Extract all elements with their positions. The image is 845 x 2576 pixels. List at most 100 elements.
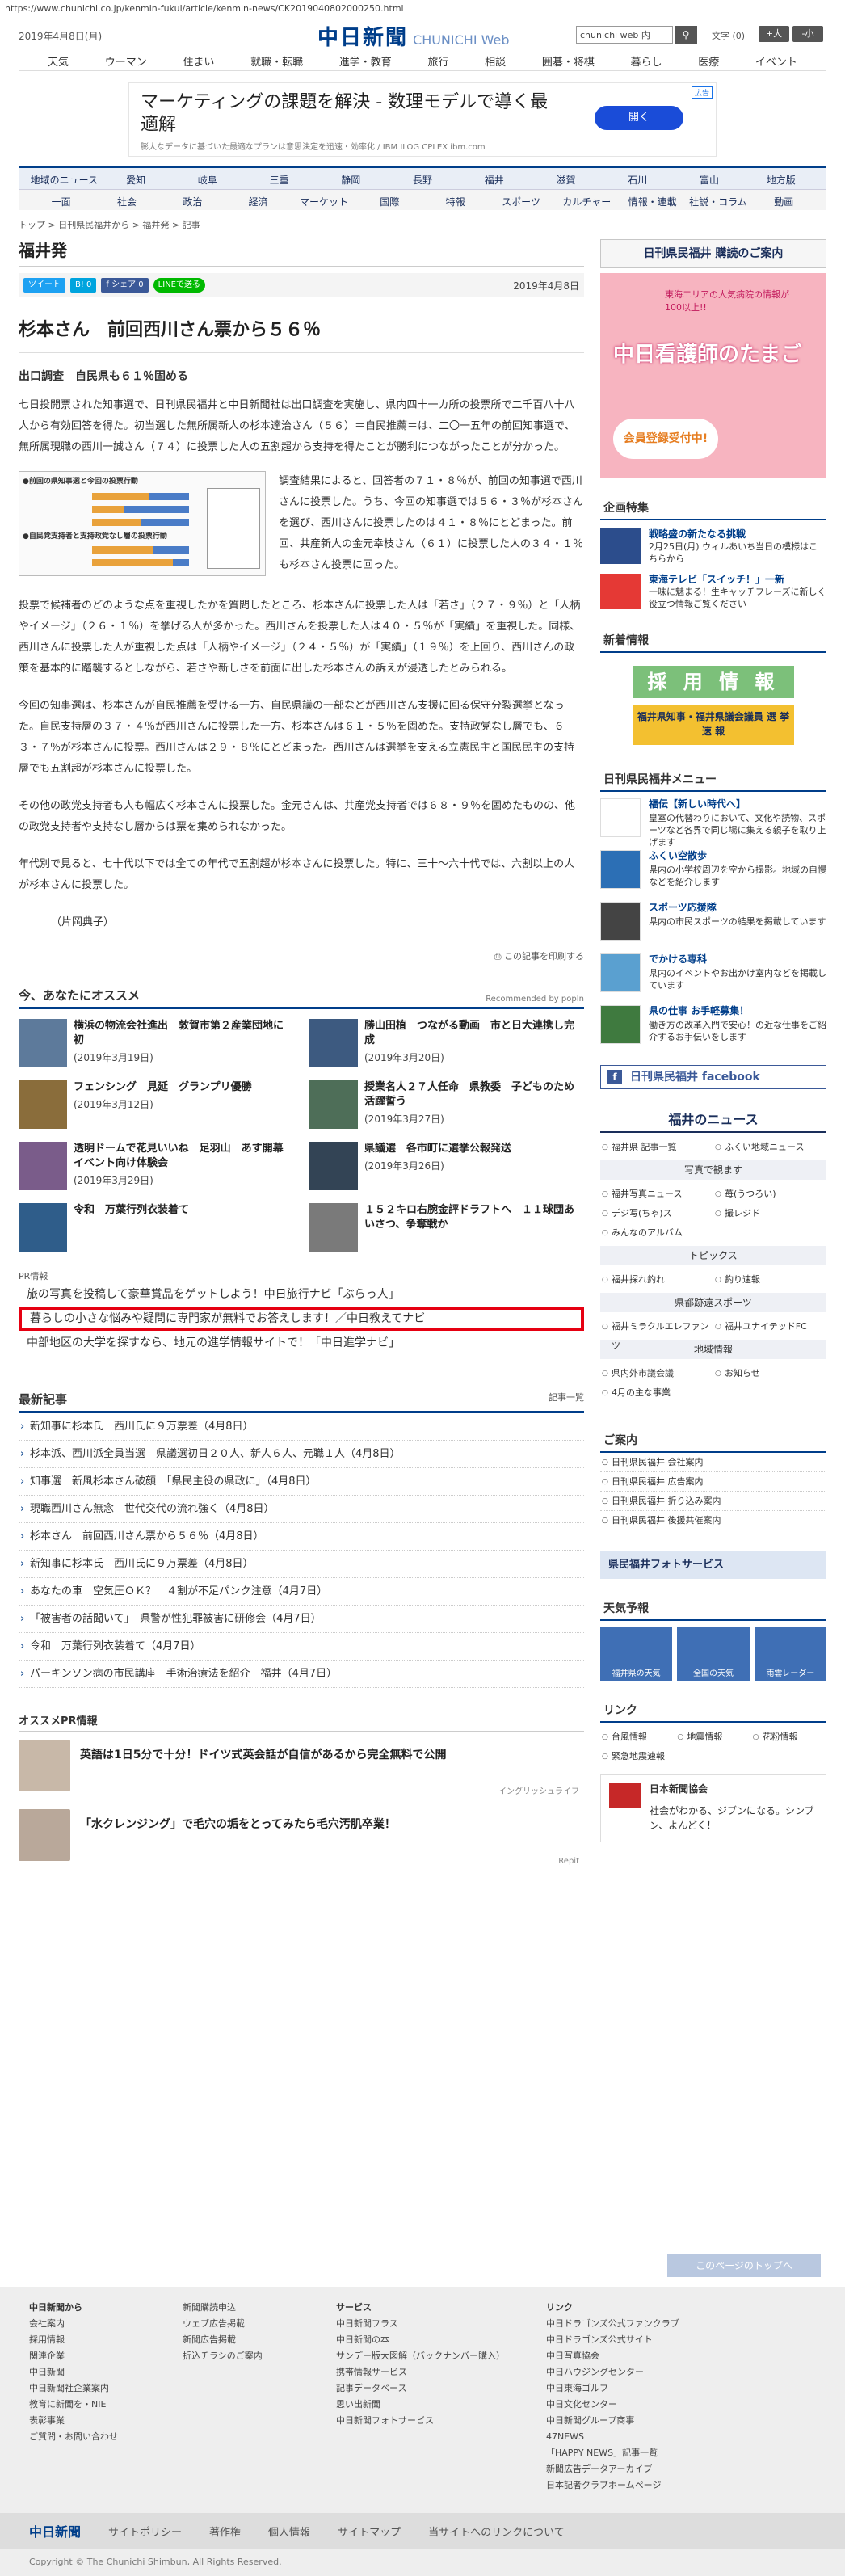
footer-link[interactable]: 中日ドラゴンズ公式サイト <box>546 2332 700 2348</box>
footer-link[interactable]: 中日新聞 <box>29 2364 183 2380</box>
photo-link[interactable]: 撮レジド <box>713 1204 826 1223</box>
font-large-button[interactable]: +大 <box>759 26 789 42</box>
top-nav-item[interactable]: 進学・教育 <box>339 53 392 69</box>
region-nav-item[interactable]: 長野 <box>387 173 459 186</box>
pr-link[interactable]: 旅の写真を投稿して豪華賞品をゲットしよう！中日旅行ナビ「ぶらっ人」 <box>19 1282 584 1307</box>
page-top-button[interactable]: このページのトップへ <box>667 2254 821 2277</box>
latest-article-link[interactable]: 杉本派、西川派全員当選 県議選初日２０人、新人６人、元職１人（4月8日） <box>19 1441 584 1468</box>
font-small-button[interactable]: -小 <box>792 26 823 42</box>
latest-article-link[interactable]: 令和 万葉行列衣装着て（4月7日） <box>19 1633 584 1661</box>
category-nav-item[interactable]: 政治 <box>160 195 225 208</box>
print-article-link[interactable]: ⎙ この記事を印刷する <box>19 949 584 962</box>
category-nav-item[interactable]: 特報 <box>422 195 488 208</box>
category-nav-item[interactable]: 経済 <box>225 195 291 208</box>
latest-article-link[interactable]: 「被害者の話聞いて」 県警が性犯罪被害に研修会（4月7日） <box>19 1606 584 1633</box>
site-logo[interactable]: 中日新聞 CHUNICHI Web <box>317 21 510 51</box>
footer-link[interactable]: 47NEWS <box>546 2429 700 2445</box>
region-nav-item[interactable]: 富山 <box>674 173 746 186</box>
tweet-button[interactable]: ツイート <box>23 278 65 293</box>
region-nav-item[interactable]: 愛知 <box>100 173 172 186</box>
recommend-title[interactable]: 横浜の物流会社進出 敦賀市第２産業団地に初 <box>74 1019 293 1048</box>
menu-item[interactable]: 県の仕事 お手軽募集！ 働き方の改革入門で安心！の近な仕事をご紹介するお手伝いをし… <box>600 1005 826 1050</box>
footer-link[interactable]: 中日新聞社企業案内 <box>29 2380 183 2397</box>
facebook-share-button[interactable]: f シェア 0 <box>101 278 149 293</box>
news-link[interactable]: ふくい地域ニュース <box>713 1138 826 1157</box>
region-nav-item[interactable]: 三重 <box>243 173 315 186</box>
footer-link[interactable]: 新聞購読申込 <box>183 2300 336 2316</box>
menu-item[interactable]: 福伝【新しい時代へ】 皇室の代替わりにおいて、文化や読物、スポーツなど各界で同じ場… <box>600 798 826 848</box>
footer-link[interactable]: ご質問・お問い合わせ <box>29 2429 183 2445</box>
guide-link[interactable]: 日刊県民福井 折り込み案内 <box>600 1492 826 1511</box>
footer-link[interactable]: 新聞広告掲載 <box>183 2332 336 2348</box>
search-icon[interactable]: ⚲ <box>675 26 697 44</box>
info-link[interactable]: 地震情報 <box>675 1728 750 1747</box>
footer-link[interactable]: 記事データベース <box>336 2380 546 2397</box>
footer-link[interactable]: 折込チラシのご案内 <box>183 2348 336 2364</box>
sports-link[interactable]: 福井ユナイテッドFC <box>713 1317 826 1336</box>
category-nav-item[interactable]: 社会 <box>94 195 159 208</box>
photo-service-banner[interactable]: 県民福井フォトサービス <box>600 1551 826 1579</box>
photo-link[interactable]: デジ写(ちゃ)ス <box>600 1204 713 1223</box>
pr-link-highlighted[interactable]: 暮らしの小さな悩みや疑問に専門家が無料でお答えします！／中日教えてナビ <box>19 1307 584 1331</box>
menu-item[interactable]: スポーツ応援隊 県内の市民スポーツの結果を掲載しています <box>600 902 826 947</box>
press-association-banner[interactable]: 日本新聞協会 社会がわかる、ジブンになる。シンブン、よんどく！ <box>600 1774 826 1842</box>
ad-open-button[interactable]: 開く <box>595 106 683 130</box>
category-nav-item[interactable]: 動画 <box>751 195 817 208</box>
latest-article-link[interactable]: パーキンソン病の市民講座 手術治療法を紹介 福井（4月7日） <box>19 1661 584 1688</box>
info-link[interactable]: 緊急地震速報 <box>600 1747 675 1766</box>
footer-link[interactable]: 新聞広告データアーカイブ <box>546 2461 700 2477</box>
subscribe-banner[interactable]: 日刊県民福井 購読のご案内 <box>600 239 826 268</box>
facebook-link[interactable]: f 日刊県民福井 facebook <box>600 1065 826 1089</box>
osusume-pr-item[interactable]: 「水クレンジング」で毛穴の垢をとってみたら毛穴汚肌卒業！ Repit <box>19 1809 584 1866</box>
region-nav-item[interactable]: 石川 <box>602 173 674 186</box>
info-link[interactable]: 花粉情報 <box>751 1728 826 1747</box>
line-share-button[interactable]: LINEで送る <box>153 278 205 293</box>
top-nav-item[interactable]: 天気 <box>48 53 69 69</box>
top-nav-item[interactable]: 囲碁・将棋 <box>542 53 595 69</box>
top-nav-item[interactable]: 就職・転職 <box>250 53 303 69</box>
osusume-pr-item[interactable]: 英語は1日5分で十分！ドイツ式英会話が自信があるから完全無料で公開 イングリッシ… <box>19 1740 584 1796</box>
region-nav-item[interactable]: 福井 <box>458 173 530 186</box>
recommend-item[interactable]: 授業名人２７人任命 県教委 子どものため 活躍誓う (2019年3月27日) <box>309 1080 585 1134</box>
footer-link[interactable]: 日本記者クラブホームページ <box>546 2477 700 2494</box>
latest-article-link[interactable]: あなたの車 空気圧ＯＫ？ ４割が不足パンク注意（4月7日） <box>19 1578 584 1606</box>
menu-item[interactable]: でかける専科 県内のイベントやお出かけ室内などを掲載しています <box>600 953 826 999</box>
footer-bar-link[interactable]: 著作権 <box>209 2523 241 2539</box>
weather-link[interactable]: 雨雲レーダー <box>754 1627 826 1681</box>
guide-link[interactable]: 日刊県民福井 後援共催案内 <box>600 1511 826 1530</box>
latest-article-link[interactable]: 新知事に杉本氏 西川氏に９万票差（4月8日） <box>19 1551 584 1578</box>
footer-link[interactable]: 中日新聞の本 <box>336 2332 546 2348</box>
guide-link[interactable]: 日刊県民福井 広告案内 <box>600 1472 826 1492</box>
footer-link[interactable]: 中日新聞フォトサービス <box>336 2413 546 2429</box>
guide-link[interactable]: 日刊県民福井 会社案内 <box>600 1453 826 1472</box>
topics-link[interactable]: 福井探れ釣れ <box>600 1270 713 1290</box>
latest-more-link[interactable]: 記事一覧 <box>549 1391 584 1408</box>
category-nav-item[interactable]: 情報・連載 <box>620 195 685 208</box>
region-nav-item[interactable]: 地域のニュース <box>28 173 100 186</box>
region-link[interactable]: 4月の主な事業 <box>600 1383 713 1403</box>
recommend-item[interactable]: 透明ドームで花見いいね 足羽山 あす開幕イベント向け体験会 (2019年3月29日… <box>19 1142 293 1195</box>
recommend-title[interactable]: 県議選 各市町に選挙公報発送 <box>364 1142 511 1156</box>
top-nav-item[interactable]: ウーマン <box>105 53 147 69</box>
recommend-item[interactable]: 令和 万葉行列衣装着て <box>19 1203 293 1256</box>
footer-bar-link[interactable]: 個人情報 <box>268 2523 310 2539</box>
topics-link[interactable]: 釣り速報 <box>713 1270 826 1290</box>
footer-link[interactable]: ウェブ広告掲載 <box>183 2316 336 2332</box>
special-item[interactable]: 戦略盛の新たなる挑戦 2月25日(月) ウィルあいち当日の模様はこちらから <box>600 528 826 566</box>
category-nav-item[interactable]: 一面 <box>28 195 94 208</box>
footer-link[interactable]: 中日ハウジングセンター <box>546 2364 700 2380</box>
top-nav-item[interactable]: 暮らし <box>631 53 662 69</box>
photo-link[interactable]: 福井写真ニュース <box>600 1185 713 1204</box>
pr-link[interactable]: 中部地区の大学を探すなら、地元の進学情報サイトで！「中日進学ナビ」 <box>19 1331 584 1355</box>
recommend-title[interactable]: 授業名人２７人任命 県教委 子どものため 活躍誓う <box>364 1080 585 1109</box>
top-nav-item[interactable]: イベント <box>755 53 797 69</box>
recommend-item[interactable]: 勝山田植 つながる動画 市と日大連携し完成 (2019年3月20日) <box>309 1019 584 1072</box>
footer-link[interactable]: 中日新聞フラス <box>336 2316 546 2332</box>
top-nav-item[interactable]: 旅行 <box>427 53 448 69</box>
top-nav-item[interactable]: 相談 <box>485 53 506 69</box>
election-banner[interactable]: 福井県知事・福井県議会議員 選 挙 速 報 <box>633 705 794 745</box>
category-nav-item[interactable]: カルチャー <box>554 195 620 208</box>
latest-article-link[interactable]: 杉本さん 前回西川さん票から５６％（4月8日） <box>19 1523 584 1551</box>
footer-link[interactable]: 表彰事業 <box>29 2413 183 2429</box>
footer-link[interactable]: 携帯情報サービス <box>336 2364 546 2380</box>
